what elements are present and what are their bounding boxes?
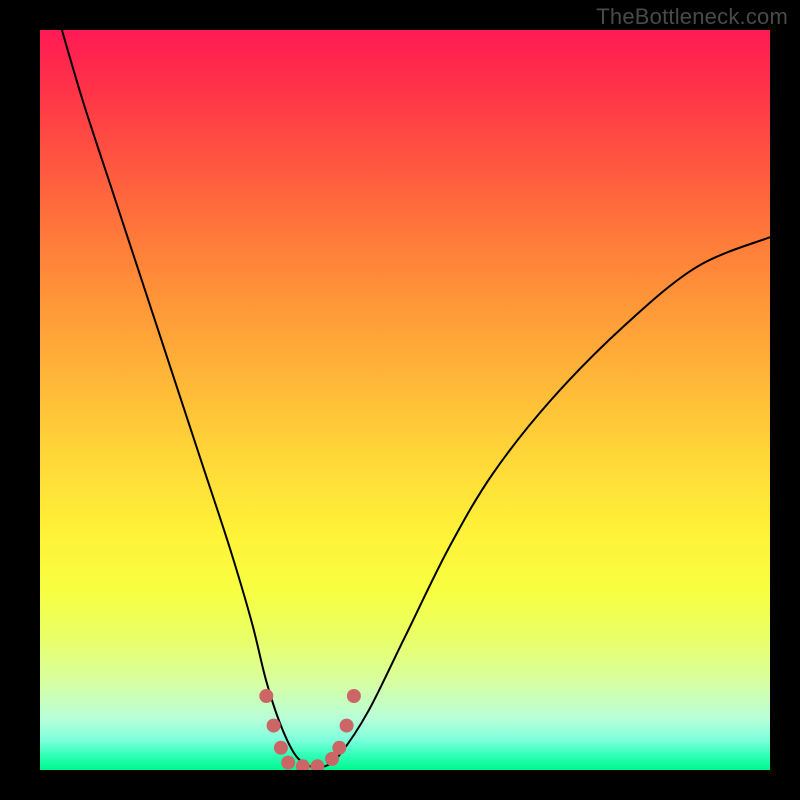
optimal-dot [274,741,288,755]
optimal-dot [296,759,310,770]
curve-svg [40,30,770,770]
optimal-dot [340,719,354,733]
optimal-dot [281,756,295,770]
plot-area [40,30,770,770]
optimal-dot [310,759,324,770]
optimal-zone-dots [259,689,361,770]
curve-path [62,30,770,768]
optimal-dot [259,689,273,703]
optimal-dot [332,741,346,755]
watermark-text: TheBottleneck.com [596,4,788,30]
bottleneck-curve-line [62,30,770,768]
chart-frame: TheBottleneck.com [0,0,800,800]
optimal-dot [347,689,361,703]
optimal-dot [267,719,281,733]
